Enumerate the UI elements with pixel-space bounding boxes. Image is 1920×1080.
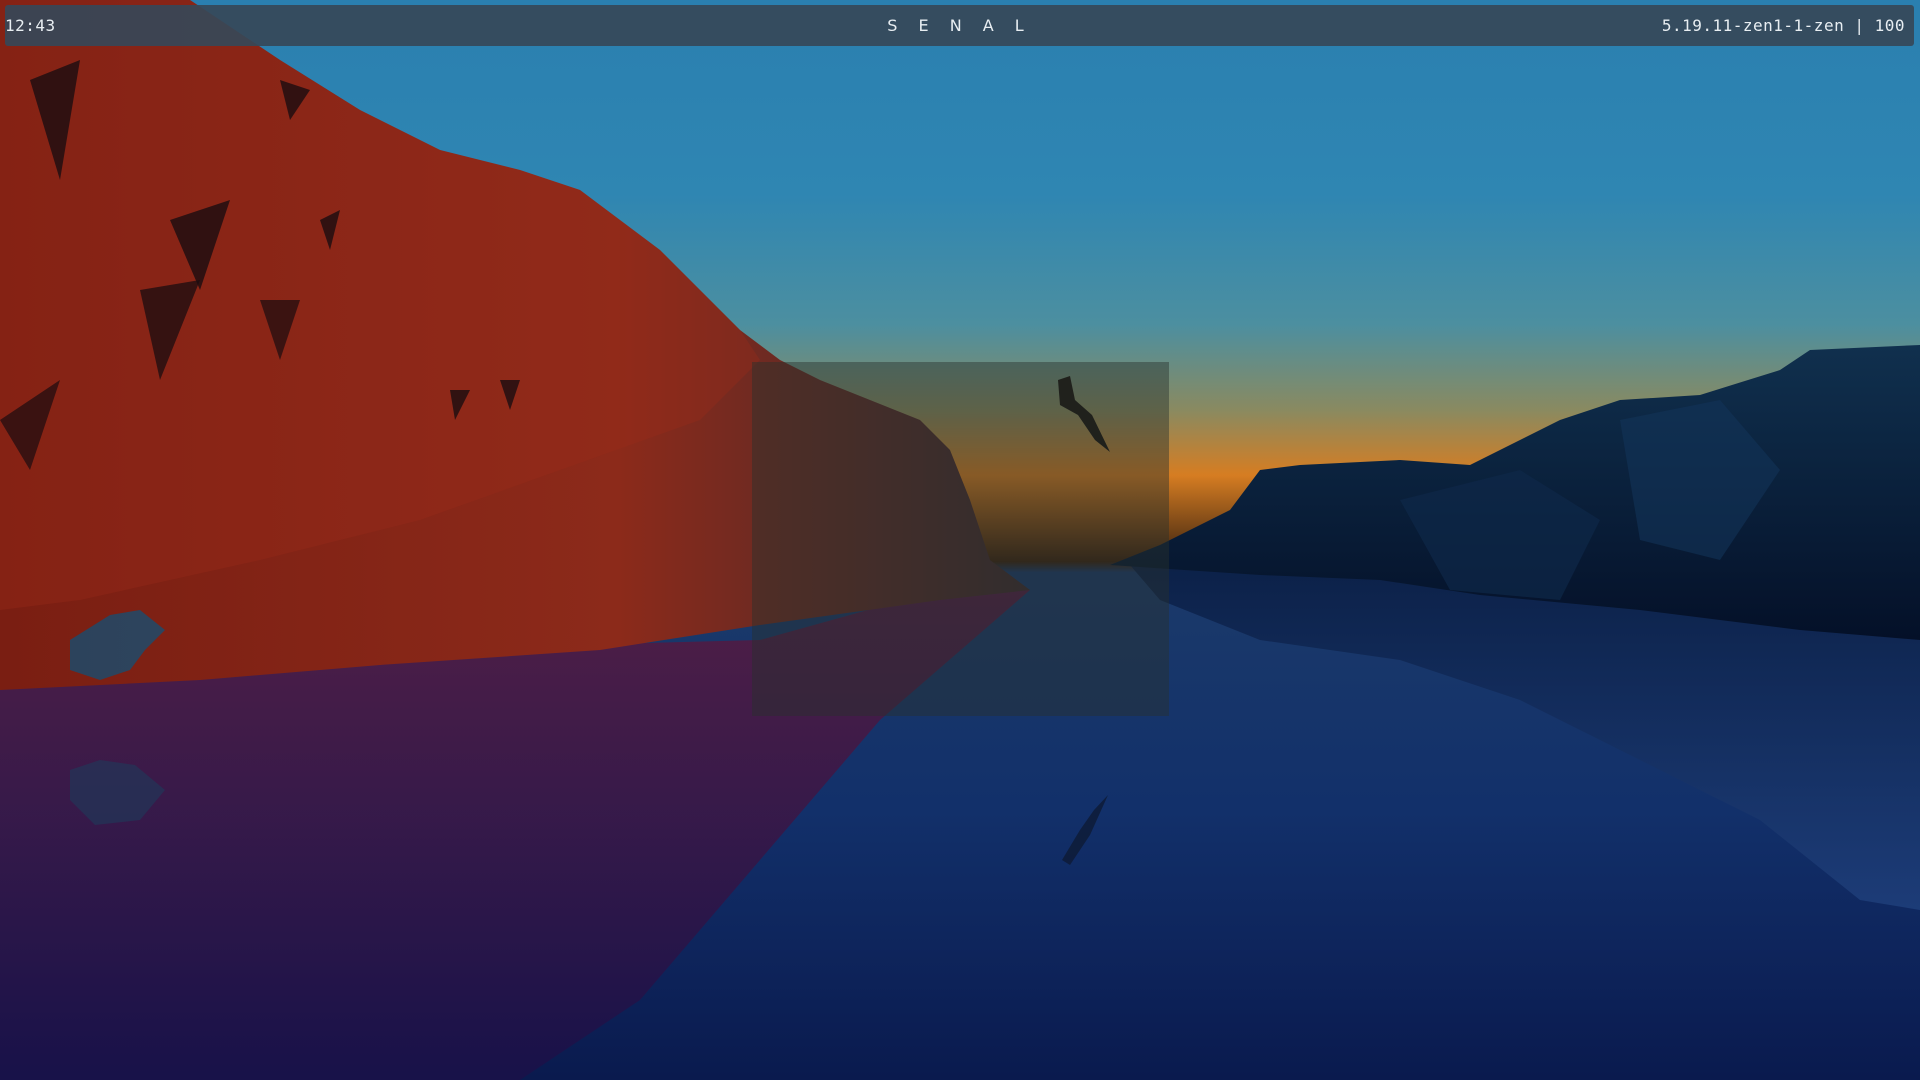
workspace-title: S E N A L (887, 16, 1032, 35)
desktop: 12:43 S E N A L 5.19.11-zen1-1-zen | 100 (0, 0, 1920, 1080)
top-status-bar: 12:43 S E N A L 5.19.11-zen1-1-zen | 100 (5, 5, 1914, 46)
kernel-status: 5.19.11-zen1-1-zen | 100 (1661, 16, 1905, 35)
terminal-window[interactable] (752, 362, 1169, 716)
